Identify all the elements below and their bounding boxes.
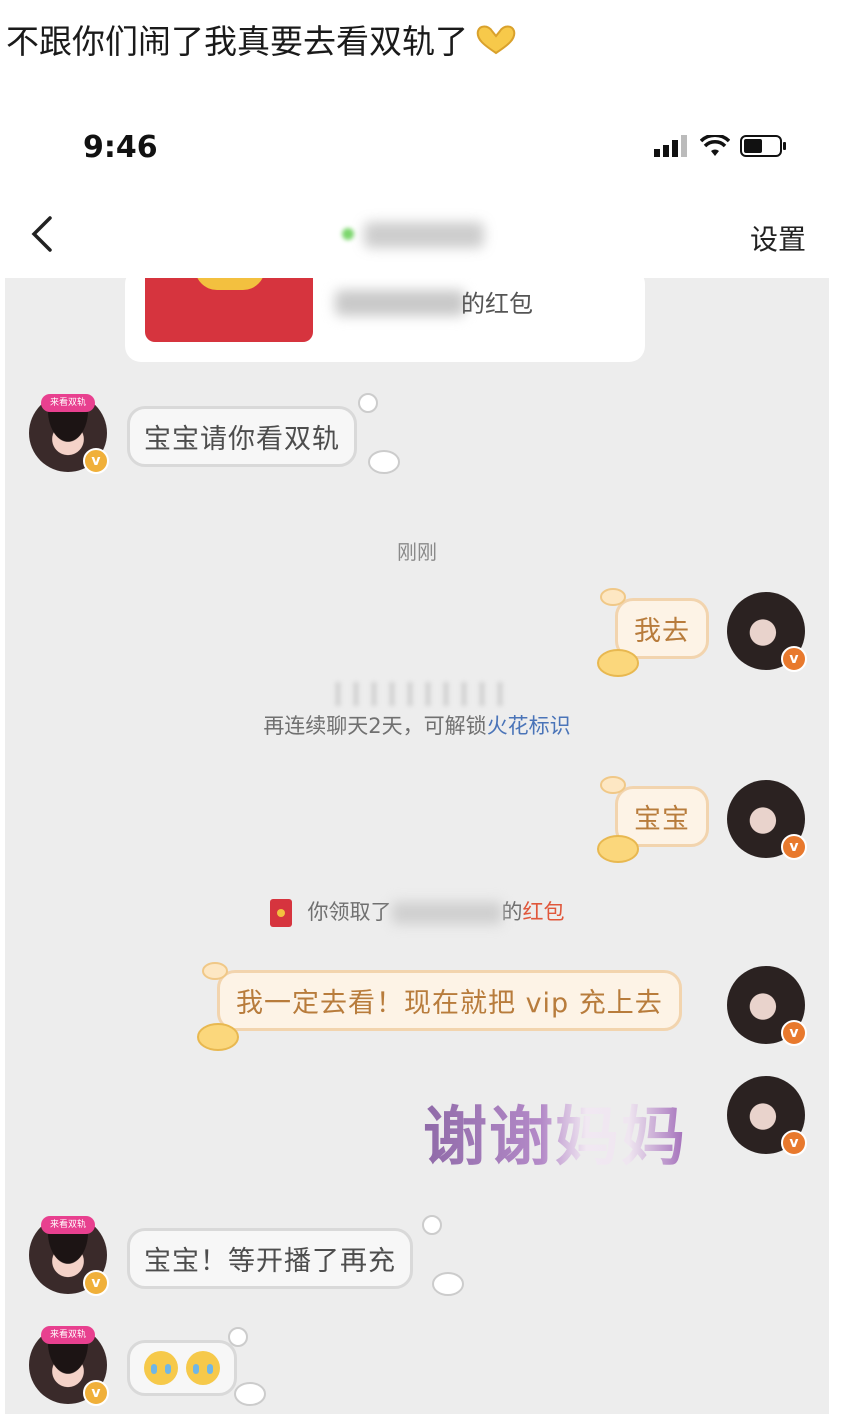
verified-badge-icon: v xyxy=(83,448,109,474)
verified-badge-icon: v xyxy=(83,1270,109,1296)
settings-button[interactable]: 设置 xyxy=(750,218,806,258)
fish-sticker-icon xyxy=(202,962,228,980)
post-caption: 不跟你们闹了我真要去看双轨了 xyxy=(6,20,518,66)
my-avatar[interactable]: v xyxy=(727,966,807,1046)
packet-notice-text: 的 xyxy=(501,900,523,924)
packet-notice-text: 你领取了 xyxy=(307,900,392,924)
my-avatar[interactable]: v xyxy=(727,592,807,672)
fish-sticker-icon xyxy=(600,588,626,606)
verified-badge-icon: v xyxy=(781,1020,807,1046)
contact-avatar[interactable]: 来看双轨 v xyxy=(29,1216,109,1296)
redacted-name-blur xyxy=(364,222,484,248)
redacted-content-blur xyxy=(335,682,505,706)
message-bubble-incoming[interactable]: 宝宝！等开播了再充 xyxy=(127,1228,413,1289)
streak-system-message: 再连续聊天2天，可解锁火花标识 xyxy=(5,710,829,740)
red-envelope-icon xyxy=(145,278,313,342)
wifi-icon xyxy=(700,135,730,156)
message-bubble-incoming[interactable]: 宝宝请你看双轨 xyxy=(127,406,357,467)
contact-avatar[interactable]: 来看双轨 v xyxy=(29,394,109,474)
red-packet-card[interactable]: 的红包 xyxy=(125,278,645,362)
spark-badge-link[interactable]: 火花标识 xyxy=(487,714,571,738)
timestamp: 刚刚 xyxy=(397,540,437,564)
crying-face-emoji-icon xyxy=(144,1351,178,1385)
redacted-name-blur xyxy=(391,902,502,924)
cloud-sticker-icon xyxy=(368,450,400,474)
contact-avatar[interactable]: 来看双轨 v xyxy=(29,1326,109,1406)
contact-name-redacted[interactable] xyxy=(336,218,496,252)
my-avatar[interactable]: v xyxy=(727,1076,807,1156)
avatar-badge: 来看双轨 xyxy=(41,1326,95,1344)
chick-sticker-icon xyxy=(597,649,639,677)
verified-badge-icon: v xyxy=(781,1130,807,1156)
online-status-dot xyxy=(342,228,354,240)
chat-area[interactable]: 的红包 来看双轨 v 宝宝请你看双轨 刚刚 我去 v 再连续聊天2天，可解锁火花… xyxy=(5,278,829,1414)
chick-sticker-icon xyxy=(197,1023,239,1051)
cloud-sticker-icon xyxy=(234,1382,266,1406)
status-bar: 9:46 xyxy=(0,120,848,180)
fish-sticker-icon xyxy=(600,776,626,794)
my-avatar[interactable]: v xyxy=(727,780,807,860)
verified-badge-icon: v xyxy=(781,834,807,860)
flower-sticker-icon xyxy=(228,1327,248,1347)
redacted-name-blur xyxy=(335,290,465,316)
crying-face-emoji-icon xyxy=(186,1351,220,1385)
red-packet-icon xyxy=(269,899,292,927)
verified-badge-icon: v xyxy=(781,646,807,672)
status-icons xyxy=(654,134,788,158)
red-packet-system-message: 你领取了 的红包 xyxy=(5,896,829,927)
post-caption-text: 不跟你们闹了我真要去看双轨了 xyxy=(6,22,468,61)
cloud-sticker-icon xyxy=(432,1272,464,1296)
chat-nav-bar: 设置 xyxy=(0,198,848,276)
back-chevron-icon[interactable] xyxy=(24,212,64,256)
avatar-badge: 来看双轨 xyxy=(41,394,95,412)
flower-sticker-icon xyxy=(358,393,378,413)
avatar-badge: 来看双轨 xyxy=(41,1216,95,1234)
heart-hands-emoji-icon xyxy=(474,22,518,66)
flower-sticker-icon xyxy=(422,1215,442,1235)
status-time: 9:46 xyxy=(83,130,158,165)
message-bubble-outgoing[interactable]: 我一定去看！现在就把 vip 充上去 xyxy=(217,970,682,1031)
red-packet-card-label: 的红包 xyxy=(461,290,533,318)
large-styled-message[interactable]: 谢谢妈妈 xyxy=(423,1086,687,1178)
streak-notice-text: 再连续聊天2天，可解锁 xyxy=(263,714,487,738)
chick-sticker-icon xyxy=(597,835,639,863)
verified-badge-icon: v xyxy=(83,1380,109,1406)
red-packet-link[interactable]: 红包 xyxy=(523,900,565,924)
cellular-signal-icon xyxy=(654,135,687,157)
message-bubble-incoming[interactable] xyxy=(127,1340,237,1396)
battery-icon xyxy=(740,135,786,157)
